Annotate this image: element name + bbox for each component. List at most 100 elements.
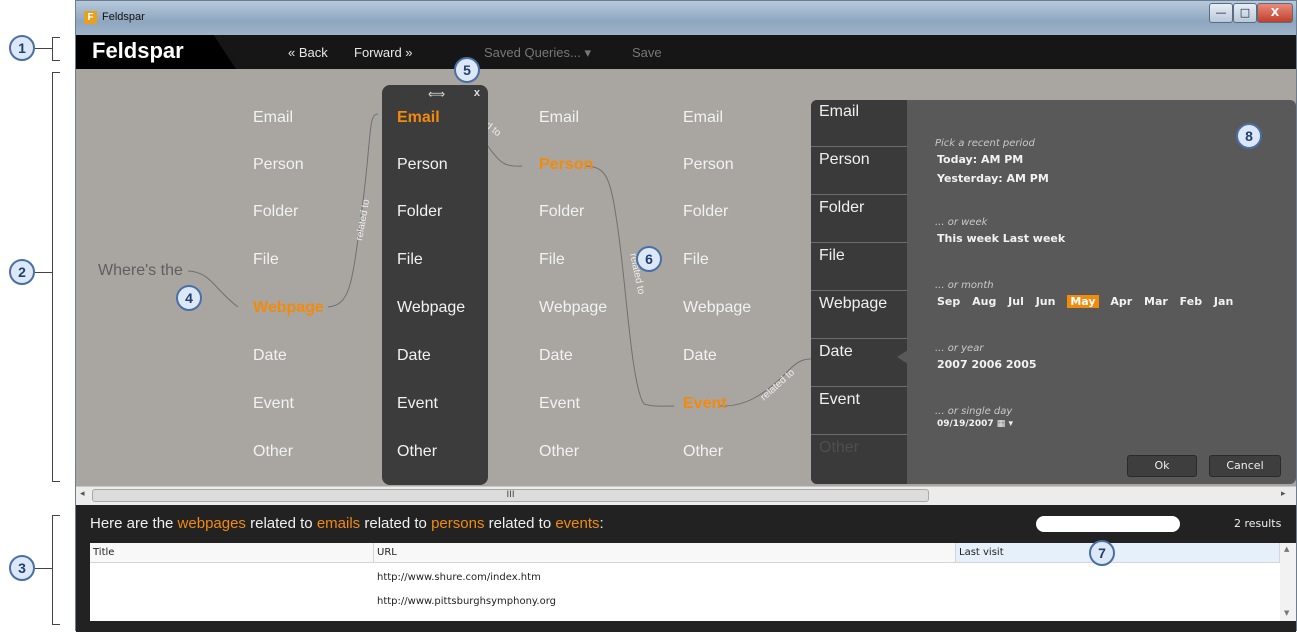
col2-event[interactable]: Event: [397, 395, 438, 413]
summary-sep-3: related to: [484, 515, 556, 532]
row-1-url[interactable]: http://www.shure.com/index.htm: [377, 572, 541, 583]
close-window-button[interactable]: X: [1257, 3, 1293, 23]
col3-other[interactable]: Other: [539, 443, 579, 461]
month-jul[interactable]: Jul: [1008, 295, 1024, 308]
col3-folder[interactable]: Folder: [539, 203, 584, 221]
save-button[interactable]: Save: [632, 45, 662, 60]
month-sep[interactable]: Sep: [937, 295, 960, 308]
cancel-button[interactable]: Cancel: [1209, 455, 1281, 477]
col4-person[interactable]: Person: [683, 156, 734, 174]
results-search-input[interactable]: [1036, 516, 1180, 532]
annotation-4: 4: [176, 285, 202, 311]
row-2-url[interactable]: http://www.pittsburghsymphony.org: [377, 596, 556, 607]
col1-file[interactable]: File: [253, 251, 279, 269]
col2-webpage[interactable]: Webpage: [397, 299, 465, 317]
title-bar: F Feldspar — □ X: [76, 1, 1296, 35]
scroll-thumb[interactable]: III: [92, 489, 929, 502]
ok-button[interactable]: Ok: [1127, 455, 1197, 477]
type-tabs: Email Person Folder File Webpage Date Ev…: [811, 100, 907, 484]
active-column-panel: ⟺ x: [382, 85, 488, 485]
relation-label-1: related to: [354, 198, 372, 241]
minimize-button[interactable]: —: [1209, 3, 1233, 23]
year-options[interactable]: 2007 2006 2005: [937, 358, 1037, 371]
col1-person[interactable]: Person: [253, 156, 304, 174]
month-jun[interactable]: Jun: [1036, 295, 1056, 308]
results-table: Title URL Last visit http://www.shure.co…: [90, 543, 1296, 621]
month-jan[interactable]: Jan: [1214, 295, 1233, 308]
column-header-last-visit[interactable]: Last visit: [956, 543, 1280, 563]
month-mar[interactable]: Mar: [1144, 295, 1168, 308]
col4-other[interactable]: Other: [683, 443, 723, 461]
col2-email-selected[interactable]: Email: [397, 109, 440, 127]
col2-person[interactable]: Person: [397, 156, 448, 174]
col3-event[interactable]: Event: [539, 395, 580, 413]
summary-term-persons: persons: [431, 515, 485, 532]
annotation-1: 1: [9, 35, 35, 61]
tab-other[interactable]: Other: [811, 436, 907, 483]
col4-webpage[interactable]: Webpage: [683, 299, 751, 317]
column-header-title[interactable]: Title: [90, 543, 374, 563]
vertical-scrollbar[interactable]: ▲ ▼: [1280, 543, 1296, 621]
yesterday-options[interactable]: Yesterday: AM PM: [937, 172, 1049, 185]
horizontal-scrollbar[interactable]: ◂ III ▸: [76, 486, 1296, 505]
annotation-3-bracket: [52, 515, 60, 625]
week-options[interactable]: This week Last week: [937, 232, 1065, 245]
col2-file[interactable]: File: [397, 251, 423, 269]
logo: Feldspar: [76, 35, 236, 69]
results-pane: Here are the webpages related to emails …: [76, 505, 1296, 632]
saved-queries-dropdown[interactable]: Saved Queries... ▾: [484, 45, 591, 61]
col3-person-selected[interactable]: Person: [539, 156, 593, 174]
tab-folder[interactable]: Folder: [811, 196, 907, 243]
results-count: 2 results: [1234, 517, 1282, 530]
month-apr[interactable]: Apr: [1110, 295, 1132, 308]
col3-date[interactable]: Date: [539, 347, 573, 365]
maximize-button[interactable]: □: [1233, 3, 1257, 23]
col4-event-selected[interactable]: Event: [683, 395, 727, 413]
col1-event[interactable]: Event: [253, 395, 294, 413]
col1-webpage-selected[interactable]: Webpage: [253, 299, 324, 317]
col3-file[interactable]: File: [539, 251, 565, 269]
col3-webpage[interactable]: Webpage: [539, 299, 607, 317]
single-day-field[interactable]: 09/19/2007 ▦ ▾: [937, 419, 1013, 429]
col1-date[interactable]: Date: [253, 347, 287, 365]
resize-handle[interactable]: ⟺: [428, 87, 445, 101]
annotation-7: 7: [1089, 540, 1115, 566]
back-button[interactable]: « Back: [288, 45, 328, 60]
tab-email[interactable]: Email: [811, 100, 907, 147]
col1-folder[interactable]: Folder: [253, 203, 298, 221]
scroll-left-arrow-icon[interactable]: ◂: [80, 489, 85, 499]
date-picker-panel: Email Person Folder File Webpage Date Ev…: [811, 100, 1296, 484]
forward-button[interactable]: Forward »: [354, 45, 413, 60]
tab-person[interactable]: Person: [811, 148, 907, 195]
today-options[interactable]: Today: AM PM: [937, 153, 1023, 166]
month-may-selected[interactable]: May: [1067, 295, 1099, 308]
app-icon: F: [84, 11, 97, 24]
tab-date-selected[interactable]: Date: [811, 340, 907, 387]
col4-email[interactable]: Email: [683, 109, 723, 127]
logo-text: Feldspar: [92, 38, 184, 63]
query-prompt: Where's the: [98, 262, 183, 279]
col4-date[interactable]: Date: [683, 347, 717, 365]
close-column-button[interactable]: x: [474, 87, 480, 99]
month-feb[interactable]: Feb: [1180, 295, 1202, 308]
tab-event[interactable]: Event: [811, 388, 907, 435]
column-header-url[interactable]: URL: [374, 543, 956, 563]
summary-term-webpages: webpages: [177, 515, 246, 532]
annotation-2-leader: [35, 272, 52, 273]
col4-file[interactable]: File: [683, 251, 709, 269]
tab-file[interactable]: File: [811, 244, 907, 291]
scroll-up-arrow-icon[interactable]: ▲: [1284, 545, 1289, 553]
month-aug[interactable]: Aug: [972, 295, 996, 308]
scroll-right-arrow-icon[interactable]: ▸: [1281, 489, 1286, 499]
col1-email[interactable]: Email: [253, 109, 293, 127]
app-window: F Feldspar — □ X Feldspar « Back Forward…: [75, 0, 1297, 632]
col2-other[interactable]: Other: [397, 443, 437, 461]
col2-folder[interactable]: Folder: [397, 203, 442, 221]
tab-webpage[interactable]: Webpage: [811, 292, 907, 339]
col2-date[interactable]: Date: [397, 347, 431, 365]
annotation-8: 8: [1236, 123, 1262, 149]
col1-other[interactable]: Other: [253, 443, 293, 461]
scroll-down-arrow-icon[interactable]: ▼: [1284, 609, 1289, 617]
col4-folder[interactable]: Folder: [683, 203, 728, 221]
col3-email[interactable]: Email: [539, 109, 579, 127]
